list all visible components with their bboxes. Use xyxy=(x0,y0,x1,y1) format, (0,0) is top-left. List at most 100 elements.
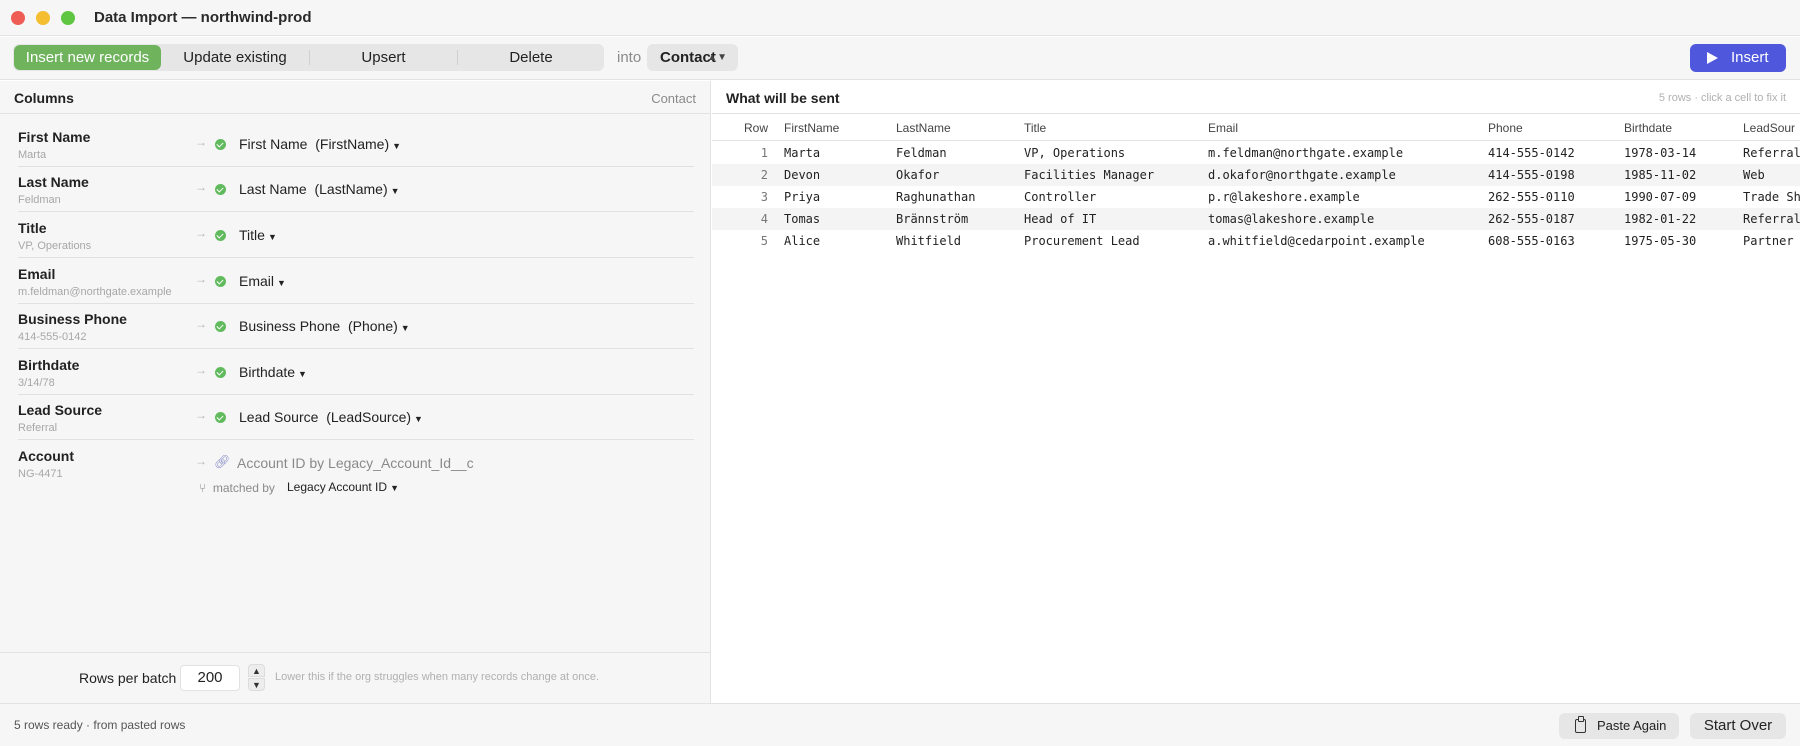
table-cell[interactable]: Facilities Manager xyxy=(1024,168,1154,182)
column-header-row[interactable]: Row xyxy=(744,121,768,135)
target-field-select[interactable]: Birthdate ▼ xyxy=(239,364,307,380)
column-header-lastname[interactable]: LastName xyxy=(896,121,951,135)
column-header-firstname[interactable]: FirstName xyxy=(784,121,839,135)
arrow-right-icon: → xyxy=(195,180,207,194)
table-cell[interactable]: Web xyxy=(1743,168,1765,182)
table-cell[interactable]: 414-555-0198 xyxy=(1488,168,1575,182)
column-header-leadsource[interactable]: LeadSour xyxy=(1743,121,1795,135)
table-cell[interactable]: Marta xyxy=(784,146,820,160)
stepper-up-button[interactable]: ▲ xyxy=(248,664,265,677)
target-field-select[interactable]: First Name (FirstName) ▼ xyxy=(239,136,401,152)
table-cell[interactable]: 262-555-0110 xyxy=(1488,190,1575,204)
table-cell[interactable]: tomas@lakeshore.example xyxy=(1208,212,1374,226)
source-column-name: First Name xyxy=(18,129,91,145)
arrow-right-icon: → xyxy=(195,226,207,240)
table-cell[interactable]: a.whitfield@cedarpoint.example xyxy=(1208,234,1425,248)
mapping-row-first-name: First Name Marta → First Name (FirstName… xyxy=(0,122,711,167)
target-field-select[interactable]: Business Phone (Phone) ▼ xyxy=(239,318,410,334)
table-cell[interactable]: 1985-11-02 xyxy=(1624,168,1696,182)
mode-upsert[interactable]: Upsert xyxy=(310,44,457,71)
target-field-select[interactable]: Title ▼ xyxy=(239,227,277,243)
row-number-cell: 4 xyxy=(760,212,768,226)
columns-pane-header: Columns Contact xyxy=(0,81,710,114)
mode-update-existing[interactable]: Update existing xyxy=(162,44,308,71)
mode-delete[interactable]: Delete xyxy=(458,44,604,71)
matched-by-text: matched by xyxy=(212,481,275,495)
mapped-check-icon xyxy=(215,184,226,195)
lookup-target-field[interactable]: Account ID by Legacy_Account_Id__c xyxy=(237,455,474,471)
table-cell[interactable]: m.feldman@northgate.example xyxy=(1208,146,1403,160)
chevron-down-icon: ▼ xyxy=(298,369,307,379)
mode-insert-new-records[interactable]: Insert new records xyxy=(14,45,161,70)
target-object-select[interactable]: Contact ▲▼ xyxy=(647,44,738,71)
table-cell[interactable]: Devon xyxy=(784,168,820,182)
table-cell[interactable]: Raghunathan xyxy=(896,190,975,204)
table-cell[interactable]: d.okafor@northgate.example xyxy=(1208,168,1396,182)
mapping-row-account-lookup: Account NG-4471 → 🔗︎ Account ID by Legac… xyxy=(0,441,711,511)
operation-mode-segmented-control: Insert new records Update existing Upser… xyxy=(13,44,604,71)
row-divider xyxy=(18,348,694,349)
target-field-api-name: (LeadSource) xyxy=(326,409,412,425)
insert-button[interactable]: Insert xyxy=(1690,44,1786,72)
table-cell[interactable]: Alice xyxy=(784,234,820,248)
source-sample-value: m.feldman@northgate.example xyxy=(18,286,172,298)
arrow-right-icon: → xyxy=(195,454,207,468)
table-cell[interactable]: Partner xyxy=(1743,234,1794,248)
target-field-select[interactable]: Email ▼ xyxy=(239,273,286,289)
paste-again-button[interactable]: Paste Again xyxy=(1559,713,1679,739)
columns-pane: Columns Contact First Name Marta → First… xyxy=(0,81,711,703)
matched-by-select[interactable]: Legacy Account ID ▼ xyxy=(287,480,399,494)
start-over-button[interactable]: Start Over xyxy=(1690,713,1786,739)
table-cell[interactable]: Referral xyxy=(1743,146,1800,160)
column-header-email[interactable]: Email xyxy=(1208,121,1238,135)
preview-pane-hint: 5 rows · click a cell to fix it xyxy=(1658,92,1786,104)
table-cell[interactable]: Okafor xyxy=(896,168,939,182)
minimize-window-button[interactable] xyxy=(36,11,50,25)
table-cell[interactable]: Whitfield xyxy=(896,234,961,248)
play-icon xyxy=(1707,52,1718,64)
rows-per-batch-input[interactable]: 200 xyxy=(180,665,240,691)
table-cell[interactable]: 414-555-0142 xyxy=(1488,146,1575,160)
table-cell[interactable]: Feldman xyxy=(896,146,947,160)
table-cell[interactable]: Trade Sh xyxy=(1743,190,1800,204)
stepper-down-button[interactable]: ▼ xyxy=(248,678,265,691)
table-cell[interactable]: 1990-07-09 xyxy=(1624,190,1696,204)
mapping-row-birthdate: Birthdate 3/14/78 → Birthdate ▼ xyxy=(0,350,711,395)
toolbar: Insert new records Update existing Upser… xyxy=(0,37,1800,80)
table-cell[interactable]: Tomas xyxy=(784,212,820,226)
table-cell[interactable]: 262-555-0187 xyxy=(1488,212,1575,226)
row-number-cell: 1 xyxy=(760,146,768,160)
table-cell[interactable]: Procurement Lead xyxy=(1024,234,1140,248)
preview-pane-header: What will be sent 5 rows · click a cell … xyxy=(712,81,1800,114)
table-cell[interactable]: Priya xyxy=(784,190,820,204)
table-cell[interactable]: Head of IT xyxy=(1024,212,1096,226)
matched-by-label: ⑂ matched by xyxy=(199,481,275,495)
table-cell[interactable]: 1978-03-14 xyxy=(1624,146,1696,160)
table-cell[interactable]: 1975-05-30 xyxy=(1624,234,1696,248)
mapped-check-icon xyxy=(215,139,226,150)
row-number-cell: 2 xyxy=(760,168,768,182)
chevron-down-icon: ▼ xyxy=(390,483,399,493)
title-bar: Data Import — northwind-prod xyxy=(0,0,1800,36)
table-cell[interactable]: 608-555-0163 xyxy=(1488,234,1575,248)
table-row: 3 Priya Raghunathan Controller p.r@lakes… xyxy=(712,186,1800,208)
preview-pane-title: What will be sent xyxy=(726,90,840,106)
close-window-button[interactable] xyxy=(11,11,25,25)
target-field-select[interactable]: Last Name (LastName) ▼ xyxy=(239,181,400,197)
table-cell[interactable]: Referral xyxy=(1743,212,1800,226)
source-column-name: Last Name xyxy=(18,174,89,190)
column-header-birthdate[interactable]: Birthdate xyxy=(1624,121,1672,135)
table-cell[interactable]: VP, Operations xyxy=(1024,146,1125,160)
zoom-window-button[interactable] xyxy=(61,11,75,25)
target-field-select[interactable]: Lead Source (LeadSource) ▼ xyxy=(239,409,423,425)
source-sample-value: Marta xyxy=(18,149,47,161)
clipboard-icon xyxy=(1575,716,1586,733)
table-cell[interactable]: 1982-01-22 xyxy=(1624,212,1696,226)
column-header-phone[interactable]: Phone xyxy=(1488,121,1523,135)
table-cell[interactable]: Controller xyxy=(1024,190,1096,204)
table-cell[interactable]: Brännström xyxy=(896,212,968,226)
column-header-title[interactable]: Title xyxy=(1024,121,1046,135)
rows-per-batch-stepper: ▲ ▼ xyxy=(248,664,265,692)
table-cell[interactable]: p.r@lakeshore.example xyxy=(1208,190,1360,204)
columns-pane-title: Columns xyxy=(14,90,74,106)
